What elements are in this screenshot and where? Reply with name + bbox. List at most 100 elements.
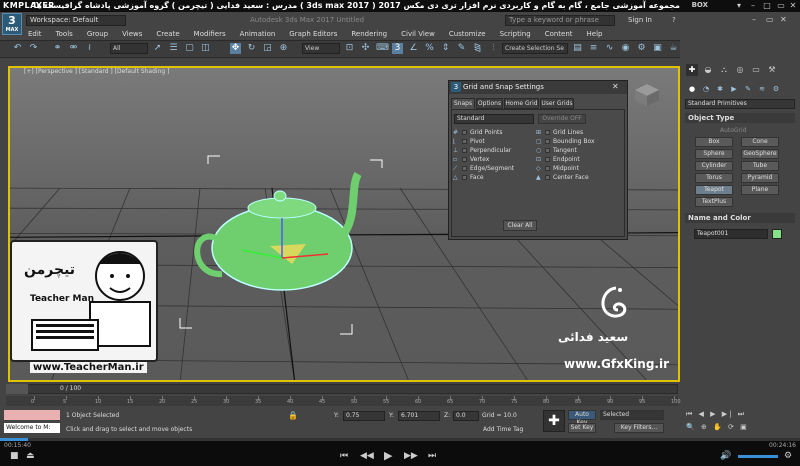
snap-grid-lines[interactable]: ⊞ Grid Lines — [536, 128, 595, 137]
app-minimize-icon[interactable]: – — [752, 15, 756, 24]
search-input[interactable]: Type a keyword or phrase — [505, 15, 615, 26]
pyramid-button[interactable]: Pyramid — [741, 173, 779, 183]
workspace-dropdown[interactable]: Workspace: Default — [26, 15, 126, 26]
app-restore-icon[interactable]: ▭ — [766, 15, 774, 24]
object-type-rollout[interactable]: Object Type — [685, 113, 795, 123]
override-button[interactable]: Override OFF — [538, 114, 586, 124]
toggle-scene-explorer-icon[interactable]: ▤ — [572, 43, 583, 54]
curve-editor-icon[interactable]: ∿ — [604, 43, 615, 54]
snap-checkbox[interactable] — [462, 166, 467, 171]
player-box-label[interactable]: BOX — [692, 1, 708, 9]
select-object-icon[interactable]: ➚ — [152, 43, 163, 54]
snap-type-dropdown[interactable]: Standard — [454, 114, 534, 124]
torus-button[interactable]: Torus — [695, 173, 733, 183]
settings-icon[interactable]: ⚙ — [784, 451, 792, 461]
app-close-icon[interactable]: ✕ — [780, 15, 787, 24]
teapot-button[interactable]: Teapot — [695, 185, 733, 195]
textplus-button[interactable]: TextPlus — [695, 197, 733, 207]
maxscript-mini-listener[interactable]: Welcome to M: — [4, 423, 60, 433]
fullscreen-icon[interactable]: ▭ — [776, 1, 786, 10]
spinner-snap-icon[interactable]: ⇕ — [440, 43, 451, 54]
keyboard-shortcut-icon[interactable]: ⌨ — [376, 43, 389, 54]
select-and-scale-icon[interactable]: ◲ — [262, 43, 273, 54]
snap-face[interactable]: △ Face — [453, 173, 514, 182]
key-filters-button[interactable]: Key Filters... — [614, 423, 664, 433]
set-key-icon[interactable]: ✚ — [543, 410, 565, 432]
fast-forward-icon[interactable]: ▶▶ — [404, 451, 418, 461]
prev-icon[interactable]: ⏮ — [340, 451, 348, 461]
volume-slider[interactable] — [738, 455, 778, 458]
stop-icon[interactable]: ■ — [10, 451, 19, 461]
snap-edge-segment[interactable]: ⟋ Edge/Segment — [453, 164, 514, 173]
rendered-frame-icon[interactable]: ▣ — [652, 43, 663, 54]
menu-customize[interactable]: Customize — [449, 29, 486, 39]
utilities-tab-icon[interactable]: ⚒ — [766, 64, 778, 76]
edit-named-selection-icon[interactable]: ✎ — [456, 43, 467, 54]
snap-midpoint[interactable]: ◇ Midpoint — [536, 164, 595, 173]
geosphere-button[interactable]: GeoSphere — [741, 149, 779, 159]
snap-checkbox[interactable] — [462, 148, 467, 153]
play-icon[interactable]: ▶ — [384, 449, 392, 462]
align-icon[interactable]: ⫶ — [488, 43, 499, 54]
object-color-swatch[interactable] — [772, 229, 782, 239]
app-logo[interactable]: 3 MAX — [2, 13, 22, 35]
viewport-label[interactable]: [+] [Perspective ] [Standard ] [Default … — [24, 68, 169, 75]
sign-in-button[interactable]: Sign In — [628, 16, 652, 24]
menu-animation[interactable]: Animation — [240, 29, 276, 39]
menu-rendering[interactable]: Rendering — [351, 29, 387, 39]
playback-controls[interactable]: ⏮ ◀ ▶ ▶| ⏭ — [686, 410, 746, 419]
render-production-icon[interactable]: ☕ — [668, 43, 679, 54]
plane-button[interactable]: Plane — [741, 185, 779, 195]
primitive-category-dropdown[interactable]: Standard Primitives — [685, 99, 795, 109]
pivot-center-icon[interactable]: ⊡ — [344, 43, 355, 54]
snap-vertex[interactable]: ▫ Vertex — [453, 155, 514, 164]
snap-checkbox[interactable] — [545, 166, 550, 171]
selection-region-icon[interactable]: ▢ — [184, 43, 195, 54]
tube-button[interactable]: Tube — [741, 161, 779, 171]
viewcube-icon[interactable] — [632, 82, 662, 108]
snap-center-face[interactable]: ▲ Center Face — [536, 173, 595, 182]
menu-group[interactable]: Group — [87, 29, 108, 39]
object-name-input[interactable]: Teapot001 — [694, 229, 768, 239]
time-slider[interactable] — [6, 384, 678, 394]
material-editor-icon[interactable]: ◉ — [620, 43, 631, 54]
snap-checkbox[interactable] — [545, 157, 550, 162]
angle-snap-icon[interactable]: ∠ — [408, 43, 419, 54]
help-icon[interactable]: ? — [672, 16, 676, 24]
menu-modifiers[interactable]: Modifiers — [194, 29, 226, 39]
maximize-icon[interactable]: □ — [762, 1, 772, 10]
tab-user-grids[interactable]: User Grids — [540, 98, 574, 109]
snap-perpendicular[interactable]: ⊥ Perpendicular — [453, 146, 514, 155]
cameras-icon[interactable]: ▶ — [729, 84, 739, 94]
menu-civil-view[interactable]: Civil View — [401, 29, 435, 39]
select-and-rotate-icon[interactable]: ↻ — [246, 43, 257, 54]
snap-tangent[interactable]: ○ Tangent — [536, 146, 595, 155]
sphere-button[interactable]: Sphere — [695, 149, 733, 159]
menu-tools[interactable]: Tools — [56, 29, 73, 39]
clear-all-button[interactable]: Clear All — [503, 220, 537, 231]
x-coordinate-input[interactable]: 0.75 — [343, 411, 385, 421]
snap-checkbox[interactable] — [545, 139, 550, 144]
unlink-icon[interactable]: ⚮ — [68, 43, 79, 54]
menu-views[interactable]: Views — [122, 29, 142, 39]
next-icon[interactable]: ⏭ — [428, 451, 436, 461]
cone-button[interactable]: Cone — [741, 137, 779, 147]
minimize-icon[interactable]: – — [748, 1, 758, 10]
lock-selection-icon[interactable]: 🔒 — [288, 411, 298, 420]
tab-snaps[interactable]: Snaps — [451, 98, 475, 109]
set-key-button[interactable]: Set Key — [568, 423, 596, 433]
modify-tab-icon[interactable]: ◒ — [702, 64, 714, 76]
hierarchy-tab-icon[interactable]: ⛬ — [718, 64, 730, 76]
lights-icon[interactable]: ✱ — [715, 84, 725, 94]
reference-coordinate-dropdown[interactable]: View — [302, 43, 340, 54]
close-icon[interactable]: ✕ — [788, 1, 798, 10]
render-setup-icon[interactable]: ⚙ — [636, 43, 647, 54]
percent-snap-icon[interactable]: % — [424, 43, 435, 54]
key-selection-dropdown[interactable]: Selected — [600, 410, 664, 420]
tab-home-grid[interactable]: Home Grid — [504, 98, 539, 109]
box-button[interactable]: Box — [695, 137, 733, 147]
menu-edit[interactable]: Edit — [28, 29, 42, 39]
space-warps-icon[interactable]: ≋ — [757, 84, 767, 94]
name-and-color-rollout[interactable]: Name and Color — [685, 213, 795, 223]
snap-checkbox[interactable] — [462, 157, 467, 162]
